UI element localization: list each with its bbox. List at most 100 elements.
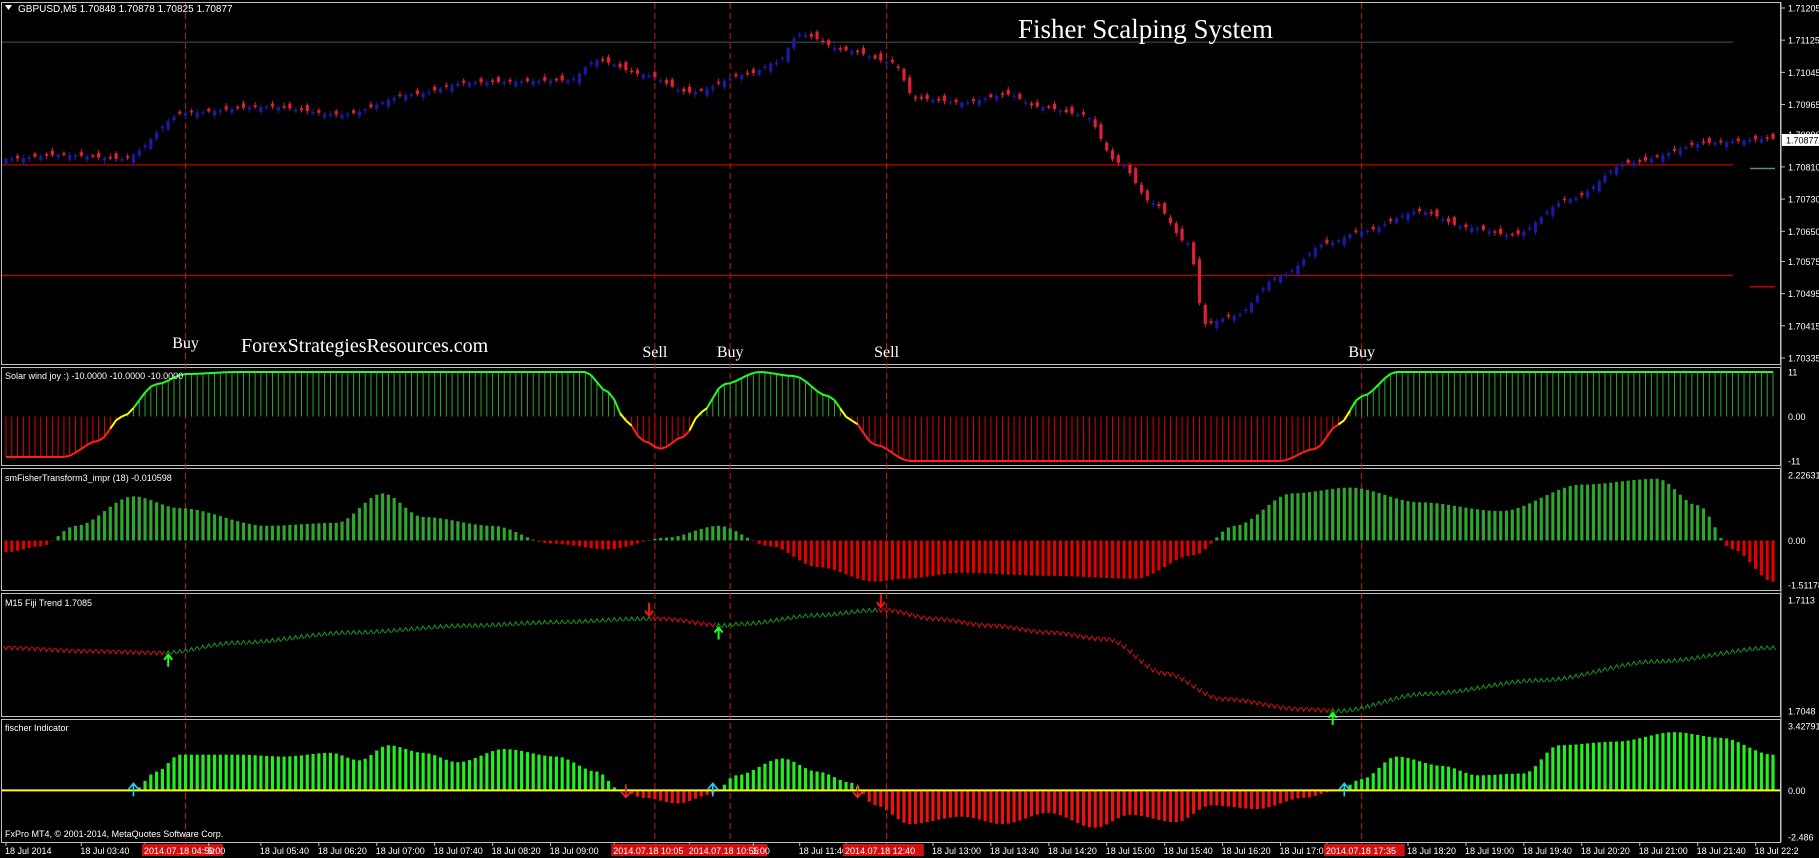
fischer-indicator-bar [1586, 743, 1590, 791]
fischer-indicator-bar [1244, 790, 1248, 809]
fischer-indicator-bar [1568, 744, 1572, 791]
candle-body [531, 80, 535, 86]
price-tick-label: 1.70575 [1788, 257, 1819, 267]
fischer-indicator-bar [1406, 758, 1410, 791]
candle-body [1394, 218, 1399, 224]
candle-body [102, 157, 107, 161]
fisher-transform-bar [1041, 540, 1045, 576]
fischer-indicator-bar [525, 752, 530, 791]
time-label-highlighted: 2014.07.18 12:40 [845, 846, 915, 856]
fischer-indicator-bar [1603, 741, 1607, 791]
fisher-transform-bar [618, 540, 622, 549]
signal-label: Buy [172, 335, 199, 352]
fisher-transform-bar [670, 537, 674, 541]
fischer-indicator-bar [1528, 771, 1532, 791]
fisher-transform-bar [10, 540, 14, 552]
candle-body [427, 91, 431, 94]
fischer-indicator-bar [172, 757, 176, 791]
time-label: 18 Jul 13:40 [990, 846, 1039, 856]
candle-body [1354, 230, 1358, 233]
fischer-indicator-bar [392, 745, 396, 791]
fischer-indicator-bar [908, 790, 912, 825]
candle-body [357, 111, 361, 117]
candle-body [1145, 190, 1149, 201]
candle-body [1035, 102, 1039, 107]
candle-body [195, 112, 199, 118]
candle-body [317, 109, 321, 113]
fisher-transform-bar [763, 540, 767, 546]
candle-body [409, 94, 414, 97]
trading-chart[interactable]: GBPUSD,M5 1.70848 1.70878 1.70825 1.7087… [0, 0, 1819, 858]
candle-body [1336, 240, 1341, 242]
candle-body [995, 95, 999, 101]
fischer-indicator-bar [1145, 790, 1149, 818]
fischer-indicator-bar [595, 771, 599, 791]
fisher-transform-bar [832, 540, 837, 571]
time-label: 18 Jul 17:00 [1280, 846, 1329, 856]
fischer-indicator-bar [867, 790, 871, 802]
fischer-indicator-bar [1458, 770, 1462, 791]
fisher-transform-bar [1116, 540, 1120, 579]
fisher-transform-bar [1024, 540, 1028, 576]
fischer-indicator-bar [1284, 790, 1288, 802]
fisher-transform-bar [520, 534, 524, 541]
solar-wind-line [1280, 459, 1287, 462]
fisher-transform-bar [919, 540, 923, 578]
time-label: 18 Jul 16:20 [1222, 846, 1271, 856]
fischer-indicator-bar [1006, 790, 1010, 824]
price-tick-label: 1.70495 [1788, 289, 1819, 299]
fisher-transform-bar [601, 540, 605, 550]
fisher-transform-bar [734, 531, 738, 541]
fischer-indicator-bar [1475, 775, 1480, 791]
candle-body [1342, 237, 1346, 246]
candle-body [1168, 217, 1173, 224]
fisher-transform-bar [1122, 540, 1126, 579]
fischer-indicator-bar [809, 770, 813, 791]
candle-body [1261, 288, 1265, 291]
fisher-transform-bar [386, 494, 390, 541]
fisher-transform-bar [931, 540, 935, 576]
fischer-indicator-bar [647, 790, 651, 799]
fischer-indicator-bar [1620, 741, 1624, 791]
candle-body [1360, 231, 1364, 237]
fischer-indicator-bar [1192, 790, 1196, 814]
fisher-transform-bar [1620, 481, 1624, 541]
time-label-highlighted: 2014.07.18 04:50 [144, 846, 214, 856]
fischer-indicator-bar [1139, 790, 1144, 816]
fischer-indicator-bar [1058, 790, 1062, 816]
fischer-indicator-bar [1701, 736, 1706, 791]
fisher-transform-bar [1394, 498, 1399, 541]
candle-body [647, 75, 651, 77]
candle-body [230, 108, 234, 113]
candle-body [1481, 225, 1485, 230]
candle-body [241, 103, 246, 108]
candle-body [1249, 303, 1254, 313]
fisher-transform-bar [1655, 478, 1659, 541]
fisher-transform-bar [1360, 488, 1364, 541]
fisher-transform-bar [299, 524, 304, 541]
fisher-transform-bar [1203, 540, 1207, 550]
fischer-indicator-bar [143, 780, 147, 791]
fischer-indicator-bar [1400, 756, 1404, 791]
fisher-transform-bar [363, 502, 367, 541]
fisher-transform-bar [1070, 540, 1074, 577]
candle-body [1365, 230, 1370, 233]
fischer-indicator-bar [995, 790, 999, 824]
candle-body [172, 116, 176, 121]
candle-body [380, 102, 385, 104]
candle-body [954, 99, 958, 103]
candle-body [1614, 166, 1619, 175]
candle-body [444, 85, 448, 87]
fischer-indicator-bar [1035, 790, 1039, 815]
fischer-indicator-bar [334, 753, 338, 791]
fischer-indicator-bar [560, 757, 564, 791]
candle-body [508, 79, 512, 82]
fisher-transform-bar [1504, 510, 1509, 541]
candle-body [44, 154, 49, 156]
time-label: 18 Jul 22:2 [1755, 846, 1799, 856]
time-label: 18 Jul 07:00 [376, 846, 425, 856]
candle-body [1493, 231, 1497, 233]
candle-body [1226, 314, 1231, 317]
candle-body [1157, 204, 1161, 207]
fisher-transform-bar [380, 493, 385, 541]
